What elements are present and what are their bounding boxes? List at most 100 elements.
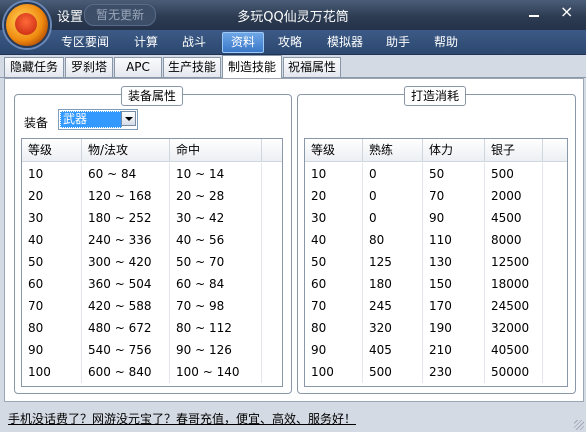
menu-item-data[interactable]: 资料 bbox=[222, 32, 264, 53]
menu-item-help[interactable]: 帮助 bbox=[426, 33, 466, 52]
cost-cell: 90 bbox=[305, 339, 363, 361]
tab-blessing-attrs[interactable]: 祝福属性 bbox=[283, 57, 341, 77]
menu-item-news[interactable]: 专区要闻 bbox=[56, 33, 114, 52]
equip-cell: 240 ~ 336 bbox=[82, 229, 170, 251]
equip-cell: 70 ~ 98 bbox=[170, 295, 262, 317]
chevron-down-icon[interactable] bbox=[121, 111, 136, 126]
cost-cell: 24500 bbox=[485, 295, 543, 317]
column-header-silver[interactable]: 银子 bbox=[485, 139, 543, 161]
table-row[interactable]: 80 320 190 32000 bbox=[305, 317, 567, 339]
logo-emblem bbox=[15, 13, 37, 35]
table-row[interactable]: 90 405 210 40500 bbox=[305, 339, 567, 361]
column-header-level[interactable]: 等级 bbox=[305, 139, 363, 161]
table-row[interactable]: 20 120 ~ 168 20 ~ 28 bbox=[22, 185, 282, 207]
table-row[interactable]: 90 540 ~ 756 90 ~ 126 bbox=[22, 339, 282, 361]
tab-apc[interactable]: APC bbox=[114, 57, 162, 77]
cost-cell: 50 bbox=[305, 251, 363, 273]
cost-cell: 500 bbox=[363, 361, 423, 383]
equip-cell: 100 bbox=[22, 361, 82, 383]
tab-bar: 隐藏任务 罗刹塔 APC 生产技能 制造技能 祝福属性 bbox=[0, 55, 586, 78]
table-row[interactable]: 40 240 ~ 336 40 ~ 56 bbox=[22, 229, 282, 251]
table-row[interactable]: 70 420 ~ 588 70 ~ 98 bbox=[22, 295, 282, 317]
title-bar: 设置 暂无更新 多玩QQ仙灵万花筒 × bbox=[0, 0, 586, 30]
cost-cell: 245 bbox=[363, 295, 423, 317]
equip-cell: 50 ~ 70 bbox=[170, 251, 262, 273]
equip-select[interactable]: 武器 bbox=[58, 109, 138, 130]
equip-cell: 60 ~ 84 bbox=[82, 163, 170, 185]
table-row[interactable]: 40 80 110 8000 bbox=[305, 229, 567, 251]
column-header-level[interactable]: 等级 bbox=[22, 139, 82, 161]
equip-cell: 540 ~ 756 bbox=[82, 339, 170, 361]
cost-table[interactable]: 等级 熟练 体力 银子 10 0 50 500 20 0 70 2000 30 0 90 4500 40… bbox=[304, 138, 568, 387]
column-header-attack[interactable]: 物/法攻 bbox=[82, 139, 170, 161]
tab-rakshasa-tower[interactable]: 罗刹塔 bbox=[65, 57, 113, 77]
cost-cell: 130 bbox=[423, 251, 485, 273]
close-icon[interactable]: × bbox=[560, 4, 573, 20]
cost-cell: 110 bbox=[423, 229, 485, 251]
equip-cell: 20 bbox=[22, 185, 82, 207]
window-title: 多玩QQ仙灵万花筒 bbox=[237, 10, 349, 25]
cost-cell: 100 bbox=[305, 361, 363, 383]
table-row[interactable]: 20 0 70 2000 bbox=[305, 185, 567, 207]
table-row[interactable]: 10 60 ~ 84 10 ~ 14 bbox=[22, 163, 282, 185]
table-row[interactable]: 60 180 150 18000 bbox=[305, 273, 567, 295]
equip-cell: 80 ~ 112 bbox=[170, 317, 262, 339]
table-row[interactable]: 50 125 130 12500 bbox=[305, 251, 567, 273]
table-row[interactable]: 60 360 ~ 504 60 ~ 84 bbox=[22, 273, 282, 295]
table-row[interactable]: 30 0 90 4500 bbox=[305, 207, 567, 229]
menu-item-guide[interactable]: 攻略 bbox=[270, 33, 310, 52]
resize-grip-icon[interactable] bbox=[574, 420, 584, 430]
cost-cell: 500 bbox=[485, 163, 543, 185]
tab-production-skills[interactable]: 生产技能 bbox=[163, 57, 221, 77]
cost-cell: 4500 bbox=[485, 207, 543, 229]
tab-crafting-skills[interactable]: 制造技能 bbox=[222, 55, 282, 78]
main-menu: 专区要闻 计算 战斗 资料 攻略 模拟器 助手 帮助 bbox=[0, 30, 586, 55]
equip-cell: 30 ~ 42 bbox=[170, 207, 262, 229]
table-row[interactable]: 80 480 ~ 672 80 ~ 112 bbox=[22, 317, 282, 339]
promo-link[interactable]: 手机没话费了？网游没元宝了？春哥充值，便宜、高效、服务好！ bbox=[8, 410, 356, 427]
cost-cell: 0 bbox=[363, 185, 423, 207]
cost-cell: 20 bbox=[305, 185, 363, 207]
cost-cell: 12500 bbox=[485, 251, 543, 273]
cost-cell: 50000 bbox=[485, 361, 543, 383]
equip-cell: 100 ~ 140 bbox=[170, 361, 262, 383]
equip-cell: 40 bbox=[22, 229, 82, 251]
cost-cell: 70 bbox=[305, 295, 363, 317]
cost-cell: 170 bbox=[423, 295, 485, 317]
cost-cell: 90 bbox=[423, 207, 485, 229]
table-row[interactable]: 100 600 ~ 840 100 ~ 140 bbox=[22, 361, 282, 383]
equip-cell: 60 bbox=[22, 273, 82, 295]
equip-cell: 600 ~ 840 bbox=[82, 361, 170, 383]
column-header-stamina[interactable]: 体力 bbox=[423, 139, 485, 161]
table-row[interactable]: 100 500 230 50000 bbox=[305, 361, 567, 383]
table-row[interactable]: 70 245 170 24500 bbox=[305, 295, 567, 317]
menu-item-simulator[interactable]: 模拟器 bbox=[320, 33, 370, 52]
menu-item-battle[interactable]: 战斗 bbox=[174, 33, 214, 52]
column-header-hit[interactable]: 命中 bbox=[170, 139, 262, 161]
equip-cell: 300 ~ 420 bbox=[82, 251, 170, 273]
cost-cell: 150 bbox=[423, 273, 485, 295]
menu-item-calc[interactable]: 计算 bbox=[126, 33, 166, 52]
equip-table-header: 等级 物/法攻 命中 bbox=[22, 139, 282, 162]
table-row[interactable]: 10 0 50 500 bbox=[305, 163, 567, 185]
table-row[interactable]: 50 300 ~ 420 50 ~ 70 bbox=[22, 251, 282, 273]
menu-item-assistant[interactable]: 助手 bbox=[378, 33, 418, 52]
cost-cell: 70 bbox=[423, 185, 485, 207]
cost-cell: 50 bbox=[423, 163, 485, 185]
tab-hidden-quests[interactable]: 隐藏任务 bbox=[4, 57, 64, 77]
cost-cell: 32000 bbox=[485, 317, 543, 339]
table-row[interactable]: 30 180 ~ 252 30 ~ 42 bbox=[22, 207, 282, 229]
cost-cell: 80 bbox=[305, 317, 363, 339]
equip-cell: 10 bbox=[22, 163, 82, 185]
equip-table[interactable]: 等级 物/法攻 命中 10 60 ~ 84 10 ~ 14 20 120 ~ 168 20… bbox=[21, 138, 283, 387]
equip-cell: 90 ~ 126 bbox=[170, 339, 262, 361]
column-header-proficiency[interactable]: 熟练 bbox=[363, 139, 423, 161]
cost-cell: 18000 bbox=[485, 273, 543, 295]
minimize-icon[interactable] bbox=[528, 6, 540, 18]
cost-cell: 0 bbox=[363, 163, 423, 185]
equip-cell: 70 bbox=[22, 295, 82, 317]
equip-cell: 10 ~ 14 bbox=[170, 163, 262, 185]
cost-cell: 230 bbox=[423, 361, 485, 383]
equip-cell: 50 bbox=[22, 251, 82, 273]
cost-cell: 80 bbox=[363, 229, 423, 251]
